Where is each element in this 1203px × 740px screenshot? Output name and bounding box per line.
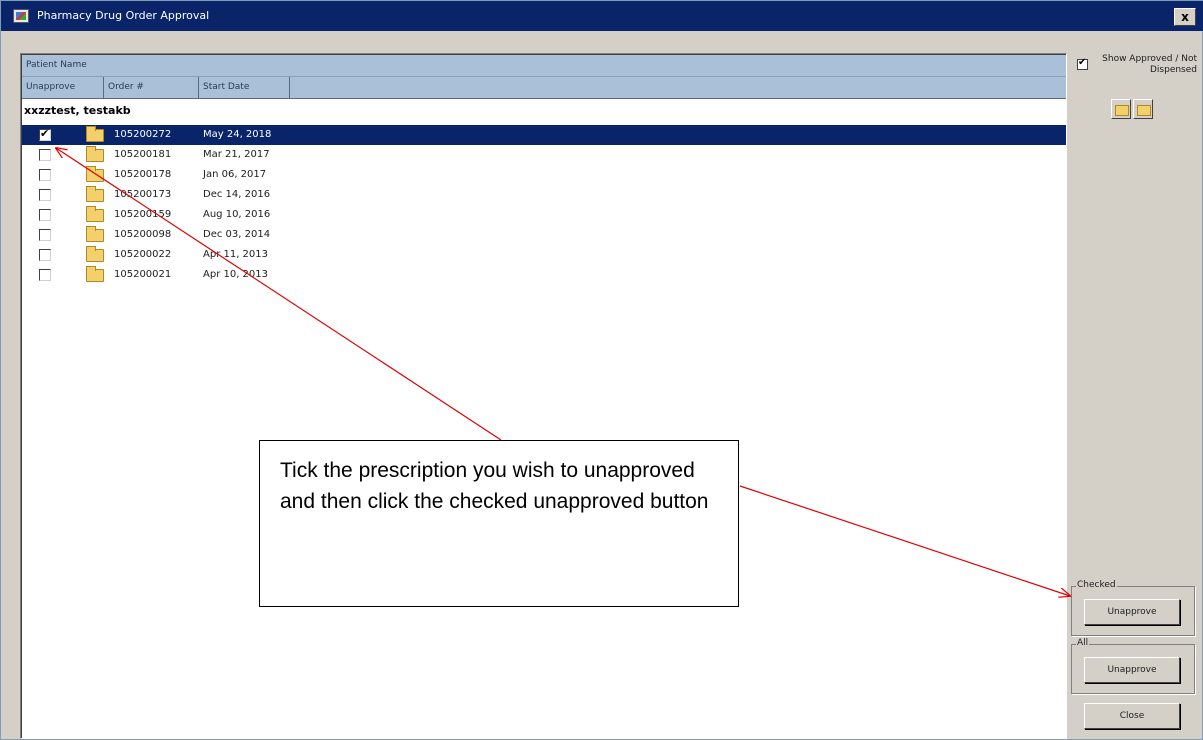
folder-icon: [86, 166, 104, 182]
order-number: 105200021: [114, 269, 172, 280]
window-title: Pharmacy Drug Order Approval: [37, 9, 210, 22]
column-header-start-date[interactable]: Start Date: [199, 77, 290, 99]
unapprove-checkbox[interactable]: [39, 249, 51, 261]
folder-icon: [86, 146, 104, 162]
folder-icon: [86, 266, 104, 282]
order-list: Patient Name Unapprove Order # Start Dat…: [20, 53, 1067, 739]
checked-unapprove-button[interactable]: Unapprove: [1084, 599, 1180, 625]
table-row[interactable]: 105200021 Apr 10, 2013: [22, 265, 1066, 285]
table-row[interactable]: 105200022 Apr 11, 2013: [22, 245, 1066, 265]
window-close-button[interactable]: x: [1174, 8, 1196, 26]
close-button[interactable]: Close: [1084, 703, 1180, 729]
table-row[interactable]: 105200173 Dec 14, 2016: [22, 185, 1066, 205]
app-chart-icon: [13, 9, 29, 23]
start-date: Dec 03, 2014: [203, 229, 271, 240]
start-date: Jan 06, 2017: [203, 169, 267, 180]
order-number: 105200181: [114, 149, 172, 160]
unapprove-checkbox[interactable]: [39, 269, 51, 281]
start-date: Apr 11, 2013: [203, 249, 269, 260]
title-bar[interactable]: Pharmacy Drug Order Approval x: [1, 1, 1203, 31]
folder-button[interactable]: [1133, 99, 1153, 119]
order-number: 105200272: [114, 129, 172, 140]
unapprove-checkbox[interactable]: [39, 149, 51, 161]
unapprove-checkbox[interactable]: [39, 169, 51, 181]
unapprove-checkbox[interactable]: [39, 209, 51, 221]
order-number: 105200022: [114, 249, 172, 260]
side-panel: Show Approved / Not Dispensed Checked Un…: [1067, 53, 1203, 740]
table-row[interactable]: 105200159 Aug 10, 2016: [22, 205, 1066, 225]
column-header-row: Unapprove Order # Start Date: [22, 77, 1066, 99]
start-date: Aug 10, 2016: [203, 209, 271, 220]
patient-name-header-label: Patient Name: [26, 60, 87, 70]
start-date: Apr 10, 2013: [203, 269, 269, 280]
start-date: May 24, 2018: [203, 129, 272, 140]
open-folder-button[interactable]: [1111, 99, 1131, 119]
all-unapprove-button[interactable]: Unapprove: [1084, 657, 1180, 683]
unapprove-checkbox[interactable]: [39, 229, 51, 241]
order-number: 105200173: [114, 189, 172, 200]
instruction-callout: Tick the prescription you wish to unappr…: [259, 440, 739, 607]
table-row[interactable]: 105200098 Dec 03, 2014: [22, 225, 1066, 245]
folder-icon: [86, 226, 104, 242]
table-row[interactable]: 105200178 Jan 06, 2017: [22, 165, 1066, 185]
table-row[interactable]: 105200181 Mar 21, 2017: [22, 145, 1066, 165]
patient-group-name: xxzztest, testakb: [24, 104, 131, 117]
show-approved-checkbox[interactable]: [1077, 57, 1088, 70]
show-approved-label: Show Approved / Not Dispensed: [1102, 54, 1197, 75]
folder-icon: [86, 206, 104, 222]
all-group-label: All: [1076, 638, 1090, 648]
checked-group: Checked Unapprove: [1071, 580, 1195, 636]
unapprove-checkbox[interactable]: [39, 127, 51, 141]
start-date: Mar 21, 2017: [203, 149, 270, 160]
folder-icon: [86, 246, 104, 262]
app-window: Pharmacy Drug Order Approval x Patient N…: [0, 0, 1203, 740]
unapprove-checkbox[interactable]: [39, 189, 51, 201]
all-group: All Unapprove: [1071, 638, 1195, 694]
folder-icon: [86, 126, 104, 142]
order-number: 105200159: [114, 209, 172, 220]
table-row[interactable]: 105200272 May 24, 2018: [22, 125, 1066, 145]
column-header-order[interactable]: Order #: [104, 77, 199, 99]
start-date: Dec 14, 2016: [203, 189, 271, 200]
folder-icon: [86, 186, 104, 202]
order-number: 105200098: [114, 229, 172, 240]
order-number: 105200178: [114, 169, 172, 180]
checked-group-label: Checked: [1076, 580, 1117, 590]
column-header-unapprove[interactable]: Unapprove: [22, 77, 104, 99]
patient-name-header[interactable]: Patient Name: [22, 55, 1066, 77]
